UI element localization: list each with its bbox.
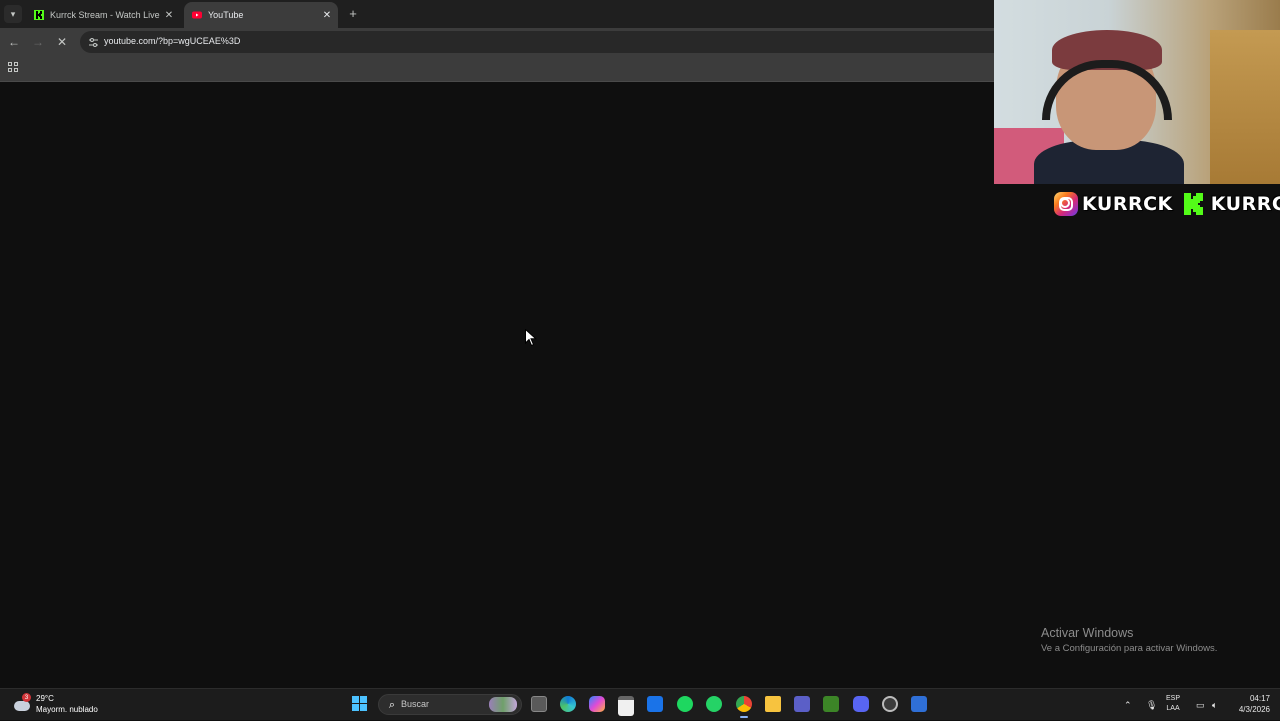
tab-search-button[interactable]: ▾ — [4, 5, 22, 23]
keyboard-layout: LAA — [1166, 705, 1180, 712]
start-button[interactable] — [352, 696, 368, 712]
weather-temp: 29°C — [36, 694, 54, 703]
spotify-icon[interactable] — [677, 696, 693, 712]
stop-loading-button[interactable]: ✕ — [54, 34, 70, 50]
arrow-left-icon: ← — [8, 35, 20, 49]
tab-kick[interactable]: Kurrck Stream - Watch Live on K ✕ — [26, 2, 180, 28]
windows-activation-watermark: Activar Windows Ve a Configuración para … — [1041, 626, 1217, 654]
search-icon: ⌕ — [388, 698, 396, 711]
plus-icon: + — [349, 5, 357, 21]
mouse-cursor-icon — [525, 329, 537, 347]
youtube-favicon — [192, 11, 202, 19]
language-code: ESP — [1166, 695, 1181, 702]
minecraft-icon[interactable] — [823, 696, 839, 712]
outlook-icon[interactable] — [647, 696, 663, 712]
clock-time: 04:17 — [1249, 694, 1270, 703]
close-icon[interactable]: ✕ — [320, 8, 334, 22]
new-tab-button[interactable]: + — [346, 5, 360, 21]
task-view-icon[interactable] — [531, 696, 547, 712]
system-clock[interactable]: 04:17 4/3/2026 — [1230, 693, 1270, 715]
search-placeholder: Buscar — [401, 699, 430, 709]
tab-youtube[interactable]: YouTube ✕ — [184, 2, 338, 28]
kick-favicon — [34, 10, 44, 20]
microphone-icon[interactable]: 🎙︎ — [1146, 689, 1157, 721]
apps-grid-icon[interactable] — [8, 62, 19, 73]
obs-icon[interactable] — [882, 696, 898, 712]
volume-icon[interactable]: 🔈︎ — [1212, 689, 1217, 721]
whatsapp-icon[interactable] — [706, 696, 722, 712]
url-text[interactable]: youtube.com/?bp=wgUCEAE%3D — [104, 36, 240, 46]
watermark-subtitle: Ve a Configuración para activar Windows. — [1041, 643, 1218, 654]
social-handles: KURRCK KURRCK — [1054, 190, 1280, 218]
webcam-overlay — [994, 0, 1280, 184]
arrow-right-icon: → — [32, 35, 44, 49]
clock-date: 4/3/2026 — [1238, 705, 1270, 714]
notification-badge: 3 — [22, 693, 31, 702]
discord-icon[interactable] — [853, 696, 869, 712]
weather-widget[interactable]: 3 29°C Mayorm. nublado — [12, 693, 98, 715]
back-button[interactable]: ← — [6, 34, 22, 50]
teams-icon[interactable] — [794, 696, 810, 712]
site-settings-icon[interactable] — [86, 35, 100, 49]
tab-title: YouTube — [208, 10, 244, 20]
language-indicator[interactable]: ESP LAA — [1166, 694, 1180, 714]
instagram-handle: KURRCK — [1082, 193, 1173, 215]
show-hidden-icons-button[interactable]: ⌃ — [1124, 689, 1132, 721]
close-icon: ✕ — [56, 35, 68, 49]
weather-desc: Mayorm. nublado — [36, 705, 98, 714]
chrome-icon[interactable] — [736, 696, 752, 718]
search-highlight-image — [489, 697, 517, 712]
chevron-up-icon: ⌃ — [1124, 699, 1132, 710]
chevron-down-icon: ▾ — [10, 8, 16, 19]
app-icon[interactable] — [911, 696, 927, 712]
kick-handle: KURRCK — [1210, 193, 1280, 215]
copilot-icon[interactable] — [589, 696, 605, 712]
cloud-icon: 3 — [12, 693, 32, 711]
network-icon[interactable]: ▭ — [1196, 689, 1205, 721]
forward-button[interactable]: → — [30, 34, 46, 50]
taskbar-search[interactable]: ⌕ Buscar — [378, 694, 522, 715]
tab-title: Kurrck Stream - Watch Live on K — [50, 10, 162, 20]
kick-logo-icon — [1183, 193, 1203, 215]
edge-icon[interactable] — [560, 696, 576, 712]
watermark-title: Activar Windows — [1041, 626, 1134, 640]
instagram-icon — [1054, 192, 1078, 216]
close-icon[interactable]: ✕ — [162, 8, 176, 22]
store-icon[interactable] — [618, 696, 634, 716]
file-explorer-icon[interactable] — [765, 696, 781, 712]
windows-taskbar: 3 29°C Mayorm. nublado ⌕ Buscar ⌃ 🎙︎ ESP… — [0, 688, 1280, 720]
